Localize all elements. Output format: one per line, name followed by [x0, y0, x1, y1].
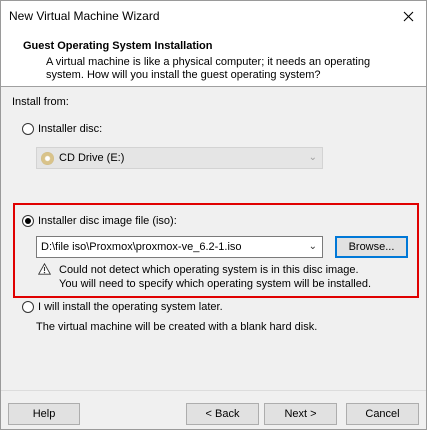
cd-drive-icon [41, 152, 54, 165]
install-later-label[interactable]: I will install the operating system late… [38, 301, 223, 313]
install-later-radio[interactable] [22, 301, 34, 313]
chevron-down-icon: ⌄ [308, 152, 317, 163]
title-bar: New Virtual Machine Wizard [1, 1, 426, 31]
wizard-window: New Virtual Machine Wizard Guest Operati… [0, 0, 427, 430]
warning-icon [38, 263, 51, 275]
help-button[interactable]: Help [8, 403, 80, 425]
description-line-1: A virtual machine is like a physical com… [46, 56, 371, 68]
iso-path-value[interactable]: D:\file iso\Proxmox\proxmox-ve_6.2-1.iso [41, 241, 242, 253]
window-title: New Virtual Machine Wizard [9, 9, 160, 23]
description-line-2: system. How will you install the guest o… [46, 69, 321, 81]
cd-drive-select: CD Drive (E:) ⌄ [36, 147, 323, 169]
installer-disc-radio[interactable] [22, 123, 34, 135]
cd-drive-value: CD Drive (E:) [59, 152, 125, 164]
page-description: A virtual machine is like a physical com… [46, 56, 406, 82]
iso-path-combobox[interactable]: D:\file iso\Proxmox\proxmox-ve_6.2-1.iso… [36, 236, 323, 258]
wizard-header: Guest Operating System Installation A vi… [1, 31, 426, 87]
next-button[interactable]: Next > [264, 403, 337, 425]
footer-divider [1, 390, 426, 391]
close-button[interactable] [390, 1, 426, 31]
page-title: Guest Operating System Installation [23, 40, 213, 52]
warning-line-1: Could not detect which operating system … [59, 264, 359, 276]
cancel-button[interactable]: Cancel [346, 403, 419, 425]
close-icon [403, 11, 413, 21]
iso-radio[interactable] [22, 215, 34, 227]
back-button[interactable]: < Back [186, 403, 259, 425]
install-from-label: Install from: [12, 96, 69, 108]
browse-button[interactable]: Browse... [335, 236, 408, 258]
iso-label[interactable]: Installer disc image file (iso): [38, 215, 177, 227]
install-later-description: The virtual machine will be created with… [36, 321, 318, 333]
installer-disc-label[interactable]: Installer disc: [38, 123, 102, 135]
chevron-down-icon[interactable]: ⌄ [309, 241, 317, 252]
warning-line-2: You will need to specify which operating… [59, 278, 372, 290]
iso-warning-message: Could not detect which operating system … [59, 263, 371, 291]
